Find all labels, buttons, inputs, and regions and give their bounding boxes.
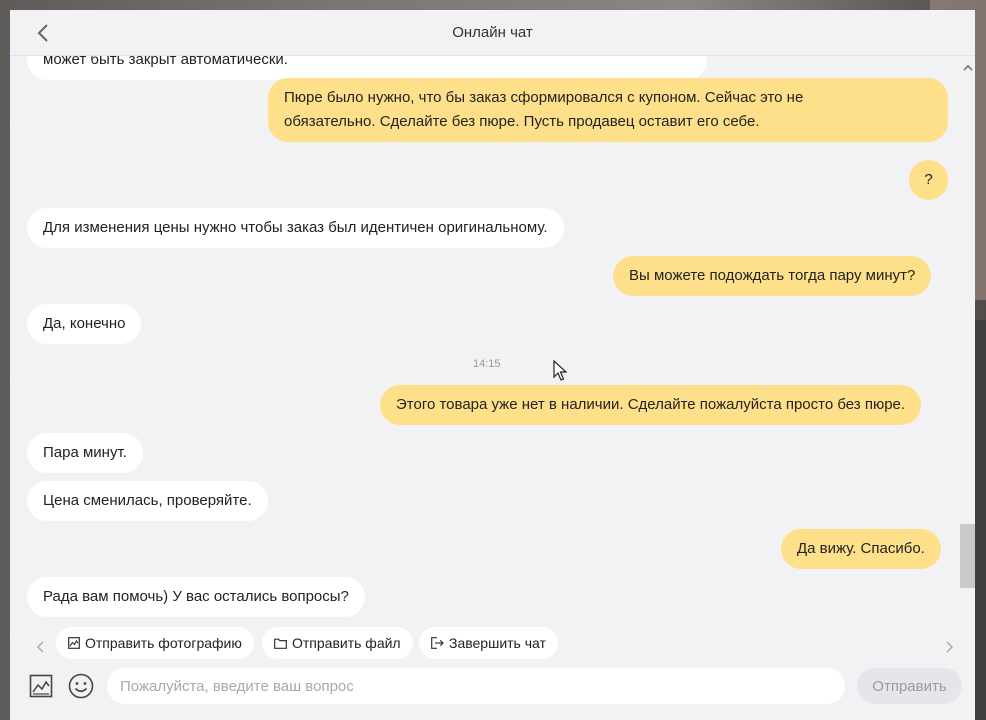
message-outgoing: ? [909,160,948,200]
quick-actions-next-button[interactable] [940,638,958,656]
message-outgoing: Да вижу. Спасибо. [781,529,941,569]
scrollbar-thumb[interactable] [960,524,975,588]
image-icon [68,637,80,649]
send-file-button[interactable]: Отправить файл [262,627,413,659]
message-incoming: Цена сменилась, проверяйте. [27,481,268,521]
scroll-up-button[interactable] [962,62,973,73]
send-button[interactable]: Отправить [857,668,962,704]
send-photo-button[interactable]: Отправить фотографию [56,627,254,659]
emoji-button[interactable] [67,672,95,700]
message-list[interactable]: может быть закрыт автоматически. Пюре бы… [10,56,960,626]
mouse-cursor-icon [553,360,567,381]
message-outgoing: Этого товара уже нет в наличии. Сделайте… [380,385,922,425]
exit-icon [431,637,444,649]
chevron-left-icon [37,641,44,653]
chat-header: Онлайн чат [10,10,975,56]
chevron-up-icon [962,64,973,71]
end-chat-button[interactable]: Завершить чат [419,627,558,659]
attach-image-button[interactable] [27,672,55,700]
page-title: Онлайн чат [452,24,533,41]
message-line: Пюре было нужно, что бы заказ сформирова… [284,89,804,106]
smiley-icon [68,673,94,699]
message-incoming: может быть закрыт автоматически. [27,56,707,80]
send-photo-label: Отправить фотографию [85,635,242,651]
end-chat-label: Завершить чат [449,635,546,651]
message-outgoing: Пюре было нужно, что бы заказ сформирова… [268,78,948,142]
message-outgoing: Вы можете подождать тогда пару минут? [613,256,932,296]
message-incoming: Для изменения цены нужно чтобы заказ был… [27,208,564,248]
chevron-right-icon [946,641,953,653]
scrollbar[interactable] [960,56,975,626]
composer: Отправить [10,668,975,720]
timestamp: 14:15 [473,358,501,370]
image-icon [29,674,53,698]
message-input[interactable] [107,668,845,704]
quick-actions-prev-button[interactable] [32,638,50,656]
chat-window: Онлайн чат может быть закрыт автоматичес… [10,10,975,720]
message-incoming: Да, конечно [27,304,142,344]
quick-actions-bar: Отправить фотографию Отправить файл Заве… [10,626,975,668]
message-incoming: Рада вам помочь) У вас остались вопросы? [27,577,365,617]
folder-icon [274,638,287,649]
send-file-label: Отправить файл [292,635,401,651]
message-incoming: Пара минут. [27,433,143,473]
chevron-left-icon [37,24,48,42]
message-line: обязательно. Сделайте без пюре. Пусть пр… [284,113,760,130]
back-button[interactable] [30,20,56,46]
